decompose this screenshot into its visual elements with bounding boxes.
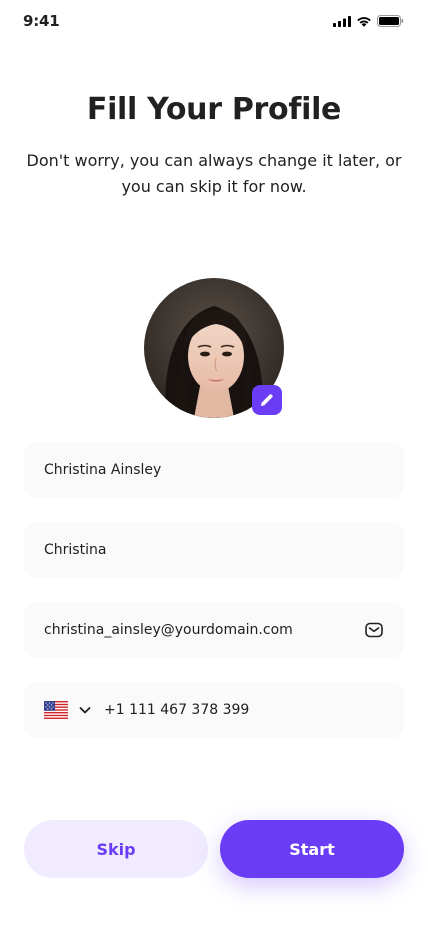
wifi-icon (357, 16, 371, 27)
phone-field[interactable]: +1 111 467 378 399 (24, 682, 404, 738)
us-flag-icon[interactable] (44, 701, 68, 719)
phone-number-input[interactable]: +1 111 467 378 399 (104, 702, 249, 718)
pencil-icon (261, 394, 273, 406)
status-icons (333, 15, 404, 27)
start-button[interactable]: Start (220, 820, 404, 878)
mail-icon (364, 620, 384, 640)
skip-button[interactable]: Skip (24, 820, 208, 878)
nickname-field[interactable] (24, 522, 404, 578)
signal-icon (333, 15, 351, 27)
chevron-down-icon[interactable] (78, 703, 92, 717)
status-time: 9:41 (23, 12, 60, 30)
full-name-input[interactable] (44, 462, 384, 478)
edit-avatar-button[interactable] (252, 385, 282, 415)
full-name-field[interactable] (24, 442, 404, 498)
battery-icon (377, 15, 404, 27)
page-subtitle: Don't worry, you can always change it la… (26, 151, 402, 196)
email-input[interactable] (44, 622, 356, 638)
nickname-input[interactable] (44, 542, 384, 558)
avatar-container (144, 278, 284, 418)
page-title: Fill Your Profile (86, 92, 342, 127)
status-bar: 9:41 (0, 0, 428, 44)
email-field[interactable] (24, 602, 404, 658)
